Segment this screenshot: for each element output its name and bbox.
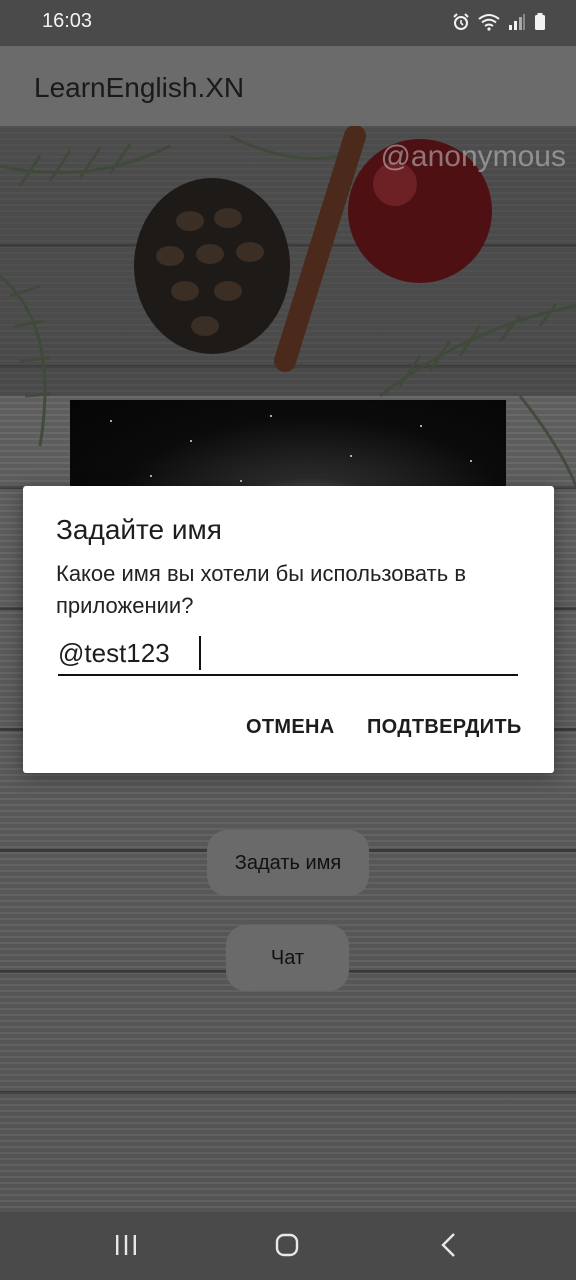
- chat-button[interactable]: Чат: [226, 925, 349, 991]
- set-name-button[interactable]: Задать имя: [207, 830, 369, 896]
- wifi-icon: [478, 13, 500, 31]
- status-icons: [452, 13, 546, 31]
- set-name-dialog: Задайте имя Какое имя вы хотели бы испол…: [23, 486, 554, 773]
- back-icon[interactable]: [438, 1232, 460, 1263]
- navigation-bar: [0, 1212, 576, 1280]
- alarm-icon: [452, 13, 470, 31]
- cancel-button[interactable]: ОТМЕНА: [246, 716, 334, 739]
- dialog-title: Задайте имя: [56, 514, 222, 545]
- recent-apps-icon[interactable]: [114, 1232, 138, 1263]
- text-cursor: [199, 636, 201, 670]
- signal-icon: [508, 13, 526, 31]
- confirm-button[interactable]: ПОДТВЕРДИТЬ: [367, 716, 522, 739]
- watermark: @anonymous: [380, 140, 566, 173]
- app-title: LearnEnglish.XN: [34, 72, 245, 103]
- battery-icon: [534, 13, 546, 31]
- status-bar: 16:03: [0, 0, 576, 46]
- dialog-message: Какое имя вы хотели бы использовать в пр…: [56, 561, 467, 618]
- app-bar: LearnEnglish.XN: [0, 46, 576, 126]
- home-icon[interactable]: [274, 1232, 300, 1263]
- status-time: 16:03: [42, 10, 93, 32]
- name-input[interactable]: [58, 632, 518, 676]
